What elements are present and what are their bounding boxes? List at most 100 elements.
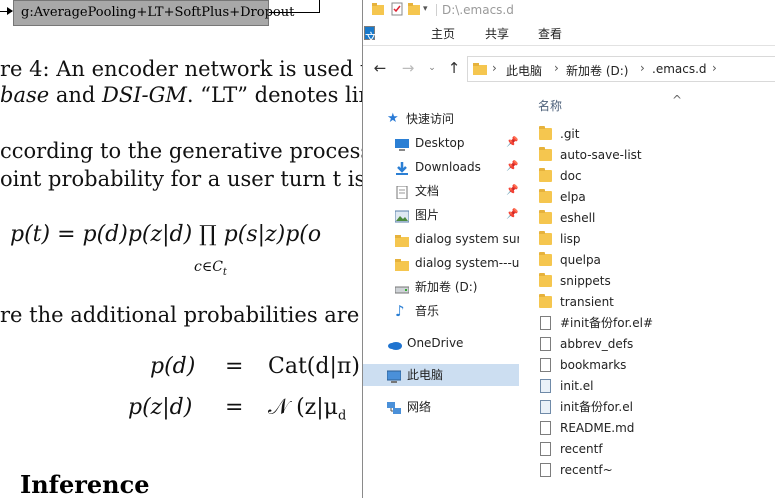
list-item[interactable]: lisp [539, 229, 769, 250]
list-item[interactable]: .git [539, 124, 769, 145]
list-item[interactable]: init.el [539, 376, 769, 397]
pin-icon[interactable]: 📌 [506, 180, 518, 202]
equation-rhs: Cat(d|π) [268, 354, 360, 379]
file-icon [540, 421, 551, 435]
file-icon [540, 442, 551, 456]
tab-share[interactable]: 共享 [477, 23, 517, 45]
file-name: quelpa [560, 253, 601, 267]
list-item[interactable]: quelpa [539, 250, 769, 271]
nav-item-documents[interactable]: 文档 📌 [363, 180, 519, 202]
paper-background: g:AveragePooling+LT+SoftPlus+Dropout re … [0, 0, 362, 498]
paper-body-line: ccording to the generative process s [0, 139, 362, 163]
folder-icon[interactable] [371, 2, 385, 16]
desktop-icon [395, 136, 409, 151]
recent-locations-chevron-icon[interactable]: ⌄ [423, 59, 441, 77]
paper-caption-line: re 4: An encoder network is used to [0, 57, 362, 81]
nav-item-music[interactable]: ♪ 音乐 [363, 300, 519, 322]
nav-item-pictures[interactable]: 图片 📌 [363, 204, 519, 226]
network-icon [387, 400, 401, 414]
tab-view[interactable]: 查看 [530, 23, 570, 45]
list-item[interactable]: snippets [539, 271, 769, 292]
tab-home[interactable]: 主页 [423, 23, 463, 45]
folder-icon [539, 273, 552, 287]
nav-item-downloads[interactable]: Downloads 📌 [363, 156, 519, 178]
nav-quick-access[interactable]: ★ 快速访问 [363, 108, 519, 130]
list-item[interactable]: doc [539, 166, 769, 187]
nav-item-drive-d[interactable]: 新加卷 (D:) [363, 276, 519, 298]
file-icon [540, 400, 551, 414]
equation-equals: = [225, 354, 244, 379]
diagram-arrow [0, 7, 13, 15]
nav-onedrive[interactable]: OneDrive [363, 332, 519, 354]
folder-icon [539, 231, 552, 245]
equation-product-subscript: c∈Ct [194, 259, 227, 278]
folder-icon [539, 210, 552, 224]
list-item[interactable]: transient [539, 292, 769, 313]
list-item[interactable]: init备份for.el [539, 397, 769, 418]
list-item[interactable]: auto-save-list [539, 145, 769, 166]
file-name: recentf~ [560, 463, 613, 477]
file-name: eshell [560, 211, 596, 225]
breadcrumb-separator-icon[interactable]: › [554, 61, 559, 75]
list-item[interactable]: recentf [539, 439, 769, 460]
column-header-name[interactable]: 名称 ^ [538, 93, 682, 114]
forward-arrow-icon[interactable]: → [399, 59, 417, 77]
folder-icon [395, 232, 409, 247]
folder-icon [539, 252, 552, 266]
list-item[interactable]: #init备份for.el# [539, 313, 769, 334]
computer-icon [386, 368, 402, 383]
nav-item-dialog-system-sur[interactable]: dialog system sur [363, 228, 519, 250]
paper-body-line-2: oint probability for a user turn t is [0, 167, 362, 191]
equation-rhs-2: 𝒩 (z|μd [268, 395, 347, 424]
file-name: auto-save-list [560, 148, 642, 162]
file-icon [540, 316, 551, 330]
star-icon: ★ [387, 111, 399, 126]
downloads-icon [395, 160, 409, 175]
pin-icon[interactable]: 📌 [506, 204, 518, 226]
up-arrow-icon[interactable]: ↑ [445, 59, 463, 77]
address-bar[interactable]: › 此电脑 › 新加卷 (D:) › .emacs.d › [467, 56, 775, 82]
file-name: abbrev_defs [560, 337, 634, 351]
equation-lhs-2: p(z|d) [128, 395, 193, 420]
breadcrumb-separator-icon[interactable]: › [492, 61, 497, 75]
folder-icon [539, 168, 552, 182]
file-icon [540, 463, 551, 477]
breadcrumb-drive[interactable]: 新加卷 (D:) [566, 62, 628, 79]
customize-toolbar-icon[interactable]: ▾ [423, 2, 437, 16]
list-item[interactable]: bookmarks [539, 355, 769, 376]
list-item[interactable]: elpa [539, 187, 769, 208]
breadcrumb-separator-icon[interactable]: › [640, 61, 645, 75]
file-icon [540, 379, 551, 393]
list-item[interactable]: abbrev_defs [539, 334, 769, 355]
pin-icon[interactable]: 📌 [506, 156, 518, 178]
tab-file[interactable]: 文件 [364, 26, 377, 67]
nav-item-desktop[interactable]: Desktop 📌 [363, 132, 519, 154]
list-item[interactable]: eshell [539, 208, 769, 229]
section-heading: Inference [20, 470, 150, 498]
drive-icon [394, 280, 410, 294]
equation-joint-probability: p(t) = p(d)p(z|d) ∏ p(s|z)p(o [10, 222, 322, 247]
new-folder-icon[interactable] [407, 2, 421, 16]
properties-icon[interactable] [390, 2, 404, 16]
file-name: recentf [560, 442, 603, 456]
pin-icon[interactable]: 📌 [506, 132, 518, 154]
folder-icon [473, 62, 487, 75]
title-bar: ▾ D:\.emacs.d [363, 0, 775, 22]
nav-network[interactable]: 网络 [363, 396, 519, 418]
nav-item-dialog-system-u[interactable]: dialog system---u [363, 252, 519, 274]
file-name: transient [560, 295, 614, 309]
breadcrumb-separator-icon[interactable]: › [712, 61, 717, 75]
back-arrow-icon[interactable]: ← [371, 59, 389, 77]
breadcrumb-this-pc[interactable]: 此电脑 [506, 62, 542, 79]
title-separator [436, 4, 437, 16]
file-name: snippets [560, 274, 611, 288]
address-row: ← → ⌄ ↑ › 此电脑 › 新加卷 (D:) › .emacs.d › [363, 52, 775, 86]
folder-icon [395, 256, 409, 271]
list-item[interactable]: README.md [539, 418, 769, 439]
list-item[interactable]: recentf~ [539, 460, 769, 481]
nav-this-pc[interactable]: 此电脑 [363, 364, 519, 386]
breadcrumb-emacs-d[interactable]: .emacs.d [652, 62, 707, 76]
file-name: init备份for.el [560, 400, 633, 414]
file-name: lisp [560, 232, 581, 246]
cloud-icon [387, 336, 402, 350]
